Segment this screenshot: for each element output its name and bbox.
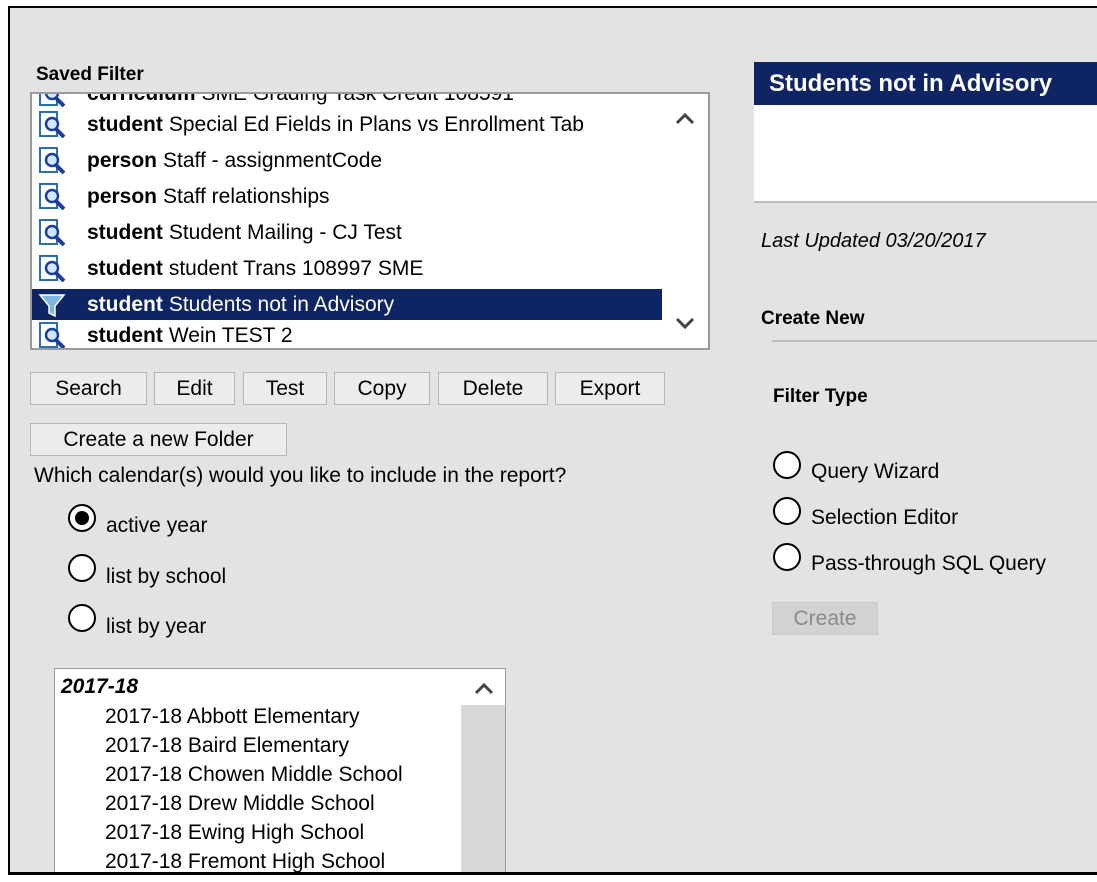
calendar-list[interactable]: 2017-18 2017-18 Abbott Elementary 2017-1… bbox=[54, 668, 506, 872]
divider bbox=[772, 340, 1097, 342]
saved-filter-label: Saved Filter bbox=[36, 64, 144, 85]
item-type: curriculum bbox=[87, 92, 196, 105]
create-new-heading: Create New bbox=[761, 308, 865, 329]
scroll-up-button[interactable] bbox=[461, 669, 505, 705]
list-scrollbar[interactable] bbox=[662, 94, 708, 348]
item-name: Special Ed Fields in Plans vs Enrollment… bbox=[168, 112, 584, 136]
calendar-scrollbar[interactable] bbox=[461, 669, 505, 872]
radio-label: Selection Editor bbox=[811, 506, 959, 529]
divider bbox=[754, 201, 1097, 203]
filter-type-heading: Filter Type bbox=[773, 386, 868, 407]
item-name: Staff relationships bbox=[163, 184, 330, 208]
list-item[interactable]: 2017-18 Chowen Middle School bbox=[105, 763, 403, 787]
radio-query-wizard[interactable] bbox=[773, 451, 801, 479]
radio-list-by-year[interactable] bbox=[68, 604, 96, 632]
item-name: Wein TEST 2 bbox=[168, 323, 293, 347]
search-button[interactable]: Search bbox=[30, 372, 147, 405]
list-item[interactable]: person Staff relationships bbox=[32, 181, 664, 212]
query-magnifier-icon bbox=[39, 218, 66, 246]
item-type: person bbox=[87, 184, 158, 208]
item-name: Students not in Advisory bbox=[168, 292, 395, 316]
chevron-down-icon[interactable] bbox=[674, 316, 696, 330]
list-item[interactable]: student Student Mailing - CJ Test bbox=[32, 217, 664, 248]
radio-selection-editor[interactable] bbox=[773, 497, 801, 525]
delete-button[interactable]: Delete bbox=[438, 372, 548, 405]
list-item[interactable]: 2017-18 Baird Elementary bbox=[105, 734, 349, 758]
chevron-up-icon[interactable] bbox=[674, 111, 696, 125]
query-magnifier-icon bbox=[39, 254, 66, 282]
radio-label: list by school bbox=[106, 565, 227, 588]
copy-button[interactable]: Copy bbox=[334, 372, 430, 405]
query-magnifier-icon bbox=[39, 182, 66, 210]
last-updated: Last Updated 03/20/2017 bbox=[761, 230, 986, 252]
item-name: Staff - assignmentCode bbox=[163, 148, 383, 172]
radio-list-by-school[interactable] bbox=[68, 554, 96, 582]
list-item[interactable]: 2017-18 Fremont High School bbox=[105, 850, 385, 872]
radio-label: active year bbox=[106, 514, 208, 537]
item-name: SME Grading Task Credit 108591 bbox=[201, 92, 514, 105]
saved-filter-list[interactable]: curriculum SME Grading Task Credit 108591… bbox=[30, 92, 710, 350]
filter-designer-window: Saved Filter curriculum SME Grading Task … bbox=[8, 6, 1097, 875]
item-name: student Trans 108997 SME bbox=[168, 256, 424, 280]
test-button[interactable]: Test bbox=[243, 372, 327, 405]
export-button[interactable]: Export bbox=[555, 372, 665, 405]
item-type: student bbox=[87, 256, 163, 280]
list-item[interactable]: person Staff - assignmentCode bbox=[32, 145, 664, 176]
filter-title-header: Students not in Advisory bbox=[754, 62, 1097, 105]
filter-description-box bbox=[754, 105, 1097, 201]
radio-label: Query Wizard bbox=[811, 460, 940, 483]
radio-active-year[interactable] bbox=[68, 504, 96, 532]
create-folder-button[interactable]: Create a new Folder bbox=[30, 423, 287, 456]
list-item[interactable]: student Wein TEST 2 bbox=[32, 320, 664, 348]
item-type: student bbox=[87, 323, 163, 347]
query-magnifier-icon bbox=[39, 110, 66, 138]
radio-pass-through-sql[interactable] bbox=[773, 543, 801, 571]
calendar-question: Which calendar(s) would you like to incl… bbox=[34, 464, 567, 487]
item-type: student bbox=[87, 220, 163, 244]
list-item[interactable]: 2017-18 Ewing High School bbox=[105, 821, 364, 845]
item-type: student bbox=[87, 292, 163, 316]
item-type: person bbox=[87, 148, 158, 172]
list-item[interactable]: 2017-18 Abbott Elementary bbox=[105, 705, 360, 729]
radio-label: Pass-through SQL Query bbox=[811, 552, 1046, 575]
query-magnifier-icon bbox=[39, 94, 66, 107]
chevron-up-icon[interactable] bbox=[473, 681, 495, 695]
list-item[interactable]: student student Trans 108997 SME bbox=[32, 253, 664, 284]
funnel-icon bbox=[38, 293, 66, 317]
list-item-selected[interactable]: student Students not in Advisory bbox=[32, 289, 664, 320]
year-heading: 2017-18 bbox=[61, 675, 139, 698]
list-item[interactable]: student Special Ed Fields in Plans vs Enr… bbox=[32, 109, 664, 140]
list-item[interactable]: 2017-18 Drew Middle School bbox=[105, 792, 375, 816]
radio-label: list by year bbox=[106, 615, 207, 638]
item-type: student bbox=[87, 112, 163, 136]
create-button[interactable]: Create bbox=[772, 602, 878, 635]
edit-button[interactable]: Edit bbox=[154, 372, 235, 405]
query-magnifier-icon bbox=[39, 146, 66, 174]
item-name: Student Mailing - CJ Test bbox=[168, 220, 402, 244]
list-item[interactable]: curriculum SME Grading Task Credit 108591 bbox=[32, 92, 664, 109]
query-magnifier-icon bbox=[39, 321, 66, 348]
